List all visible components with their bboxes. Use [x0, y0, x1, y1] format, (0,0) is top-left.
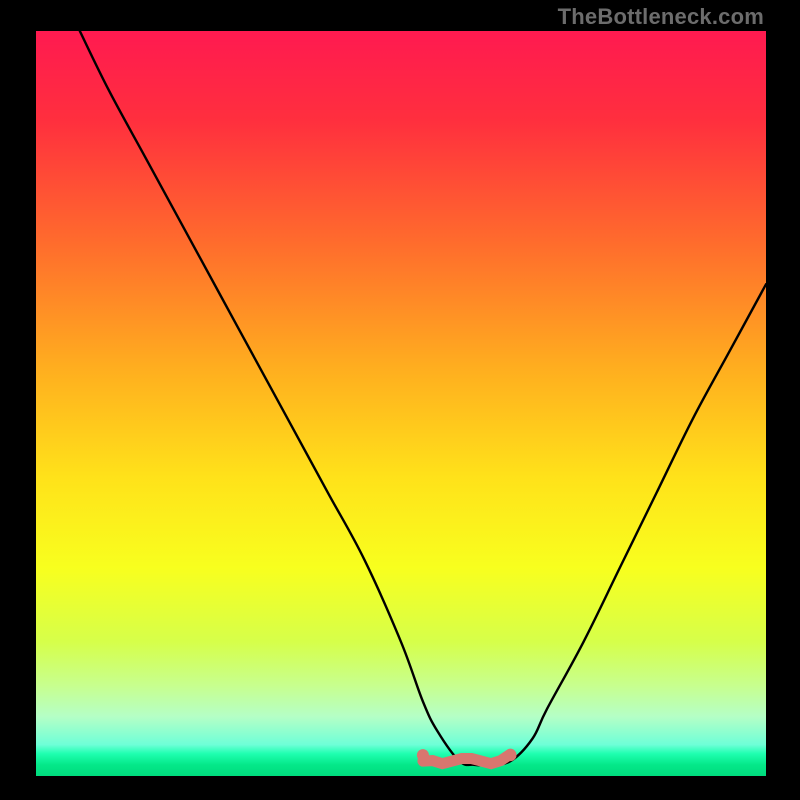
floor-marker-end-right [505, 749, 517, 761]
curve-layer [36, 31, 766, 776]
chart-frame: TheBottleneck.com [0, 0, 800, 800]
floor-marker-end-left [417, 749, 429, 761]
watermark-text: TheBottleneck.com [558, 4, 764, 30]
bottleneck-curve [80, 31, 766, 765]
plot-area [36, 31, 766, 776]
floor-marker [423, 754, 511, 764]
